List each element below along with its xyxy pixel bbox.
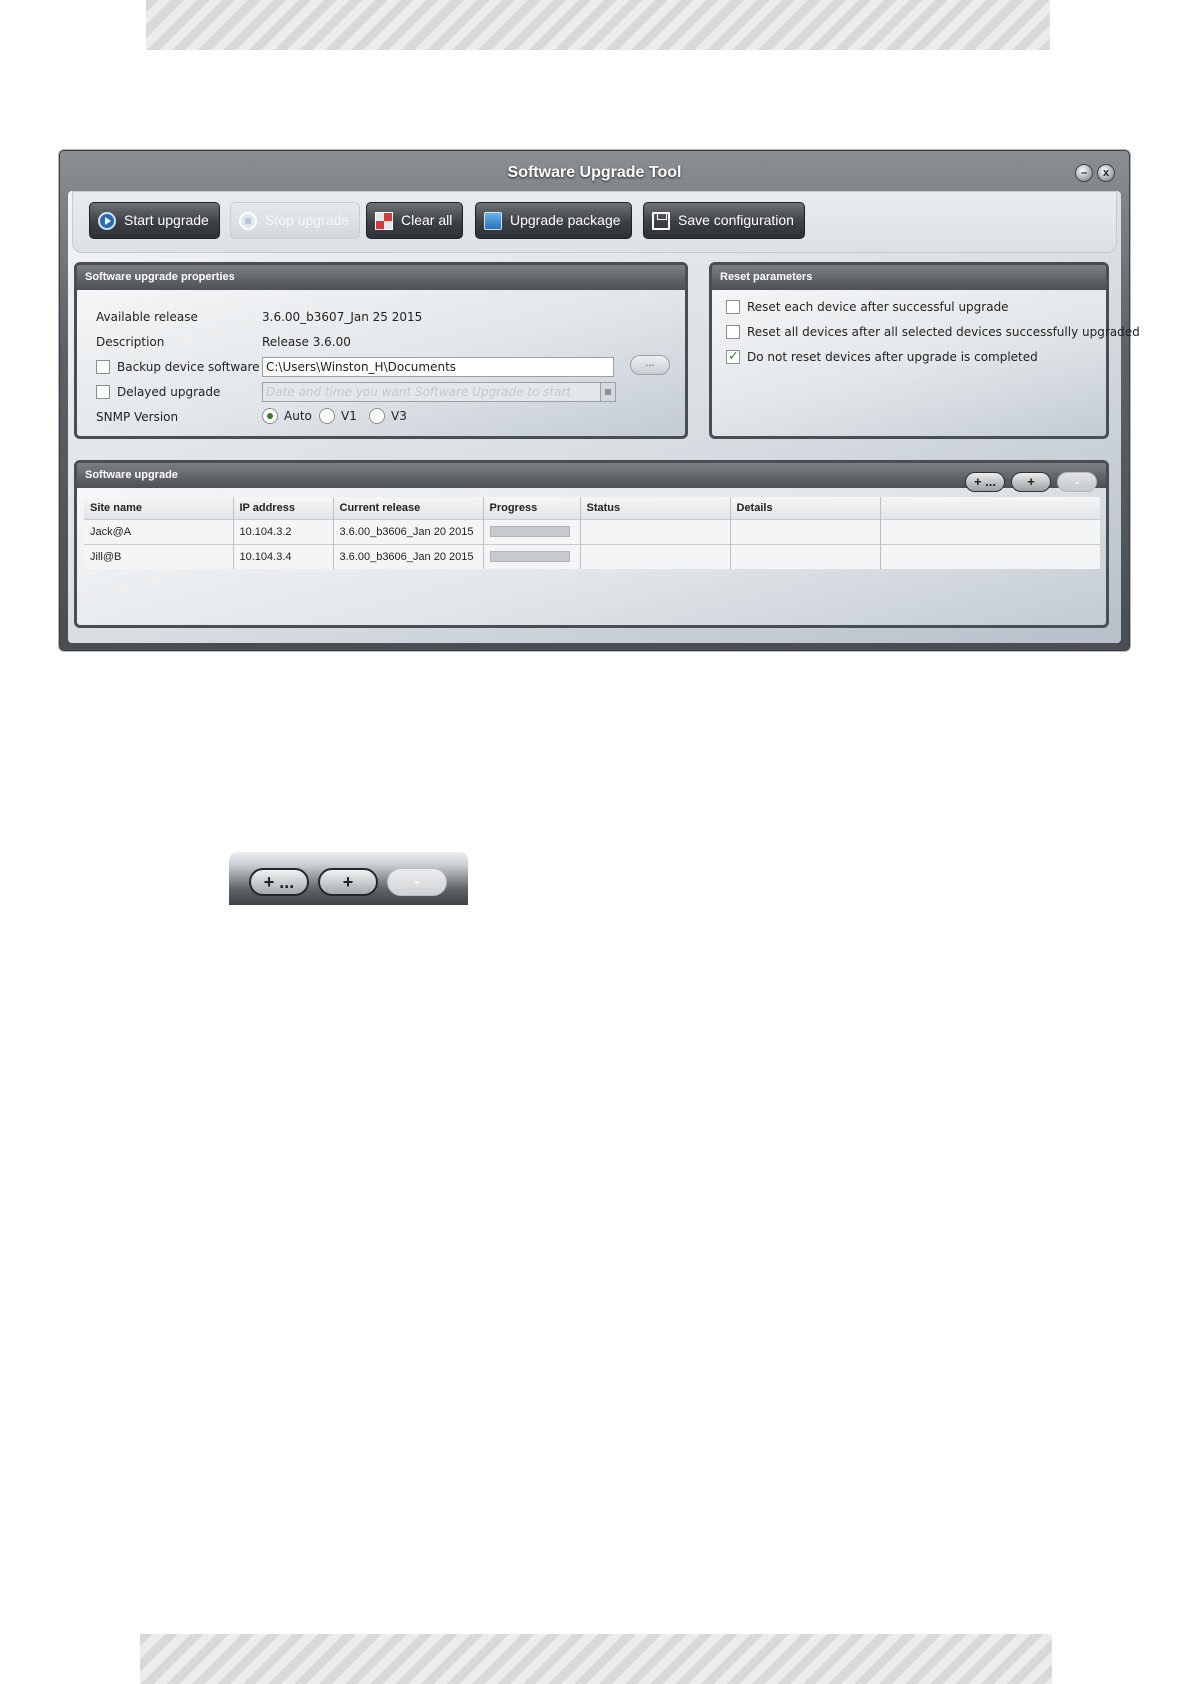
table-row[interactable]: Jill@B 10.104.3.4 3.6.00_b3606_Jan 20 20… — [84, 543, 1100, 569]
delayed-upgrade-checkbox[interactable] — [96, 385, 110, 399]
cell-status — [580, 518, 731, 544]
cell-progress — [483, 518, 581, 544]
snmp-v1-radio[interactable] — [319, 408, 335, 424]
progress-bar — [489, 551, 570, 563]
do-not-reset-label: Do not reset devices after upgrade is co… — [747, 350, 1038, 364]
snmp-v3-radio[interactable] — [369, 408, 385, 424]
backup-path-field[interactable]: C:\Users\Winston_H\Documents — [262, 357, 614, 377]
close-icon[interactable]: x — [1097, 164, 1115, 182]
cell-ip-address: 10.104.3.2 — [233, 518, 334, 544]
column-current-release[interactable]: Current release — [333, 497, 484, 519]
reset-panel-title: Reset parameters — [712, 265, 1106, 290]
cell-ip-address: 10.104.3.4 — [233, 543, 334, 569]
upgrade-package-button[interactable]: Upgrade package — [475, 202, 632, 239]
stop-upgrade-label: Stop upgrade — [265, 212, 350, 228]
snmp-auto-radio[interactable] — [262, 408, 278, 424]
snmp-v1-label: V1 — [341, 409, 357, 423]
cell-empty — [880, 518, 1100, 544]
play-icon — [98, 211, 116, 230]
upgrade-package-label: Upgrade package — [510, 212, 621, 228]
save-configuration-button[interactable]: Save configuration — [643, 202, 805, 239]
reset-all-devices-checkbox[interactable] — [726, 325, 740, 339]
cell-details — [730, 543, 881, 569]
reset-parameters-panel: Reset parameters Reset each device after… — [709, 262, 1140, 439]
snmp-auto-label: Auto — [284, 409, 312, 423]
package-icon — [484, 211, 502, 230]
properties-panel-title: Software upgrade properties — [77, 265, 685, 290]
delayed-upgrade-label: Delayed upgrade — [117, 385, 221, 399]
save-configuration-label: Save configuration — [678, 212, 794, 228]
reset-all-devices-label: Reset all devices after all selected dev… — [747, 325, 1140, 339]
reset-each-device-label: Reset each device after successful upgra… — [747, 300, 1009, 314]
cell-site-name: Jill@B — [84, 543, 234, 569]
column-empty — [880, 497, 1100, 519]
browse-button[interactable]: ... — [630, 355, 670, 375]
clear-grid-icon — [375, 211, 393, 230]
start-upgrade-button[interactable]: Start upgrade — [89, 202, 220, 239]
column-status[interactable]: Status — [580, 497, 731, 519]
cell-details — [730, 518, 881, 544]
zoom-remove-button[interactable]: - — [387, 868, 447, 896]
description-value: Release 3.6.00 — [262, 335, 351, 349]
snmp-v3-label: V3 — [391, 409, 407, 423]
stop-upgrade-button[interactable]: Stop upgrade — [230, 202, 361, 239]
available-release-value: 3.6.00_b3607_Jan 25 2015 — [262, 310, 423, 324]
progress-bar — [489, 526, 570, 537]
upgrade-table: Site name IP address Current release Pro… — [84, 497, 1100, 569]
delayed-datetime-field[interactable]: Date and time you want Software Upgrade … — [262, 382, 602, 402]
cell-status — [580, 543, 731, 569]
table-header-row: Site name IP address Current release Pro… — [84, 497, 1100, 519]
column-progress[interactable]: Progress — [483, 497, 581, 519]
zoom-add-button[interactable]: + — [318, 868, 378, 896]
backup-device-software-label: Backup device software — [117, 360, 260, 374]
list-buttons-zoom: + ... + - — [229, 852, 468, 905]
description-label: Description — [96, 335, 165, 349]
available-release-label: Available release — [96, 310, 198, 324]
zoom-add-multiple-button[interactable]: + ... — [249, 868, 309, 896]
minimize-icon[interactable]: – — [1075, 164, 1093, 182]
column-details[interactable]: Details — [730, 497, 881, 519]
cell-progress — [483, 543, 581, 569]
remove-button[interactable]: - — [1057, 472, 1097, 492]
cell-current-release: 3.6.00_b3606_Jan 20 2015 — [333, 518, 484, 544]
table-row[interactable]: Jack@A 10.104.3.2 3.6.00_b3606_Jan 20 20… — [84, 518, 1100, 544]
stop-icon — [239, 211, 257, 230]
cell-site-name: Jack@A — [84, 518, 234, 544]
upgrade-panel-title: Software upgrade — [77, 463, 1106, 488]
snmp-version-label: SNMP Version — [96, 410, 179, 424]
cell-empty — [880, 543, 1100, 569]
toolbar: Start upgrade Stop upgrade Clear all Upg… — [72, 191, 1117, 253]
page-footer-stripe — [140, 1634, 1052, 1684]
datetime-picker-button[interactable] — [600, 382, 616, 402]
do-not-reset-checkbox[interactable] — [726, 348, 740, 364]
clear-all-button[interactable]: Clear all — [366, 202, 464, 239]
column-ip-address[interactable]: IP address — [233, 497, 334, 519]
cell-current-release: 3.6.00_b3606_Jan 20 2015 — [333, 543, 484, 569]
add-multiple-button[interactable]: + ... — [965, 472, 1005, 492]
window-title: Software Upgrade Tool — [507, 164, 682, 181]
save-icon — [652, 211, 670, 230]
software-upgrade-properties-panel: Software upgrade properties Available re… — [74, 262, 688, 439]
column-site-name[interactable]: Site name — [84, 497, 234, 519]
software-upgrade-panel: Software upgrade + ... + - Site name IP … — [74, 460, 1109, 628]
backup-device-software-checkbox[interactable] — [96, 360, 110, 374]
clear-all-label: Clear all — [401, 212, 453, 228]
start-upgrade-label: Start upgrade — [124, 212, 209, 228]
add-button[interactable]: + — [1011, 472, 1051, 492]
reset-each-device-checkbox[interactable] — [726, 300, 740, 314]
page-header-stripe — [146, 0, 1050, 50]
